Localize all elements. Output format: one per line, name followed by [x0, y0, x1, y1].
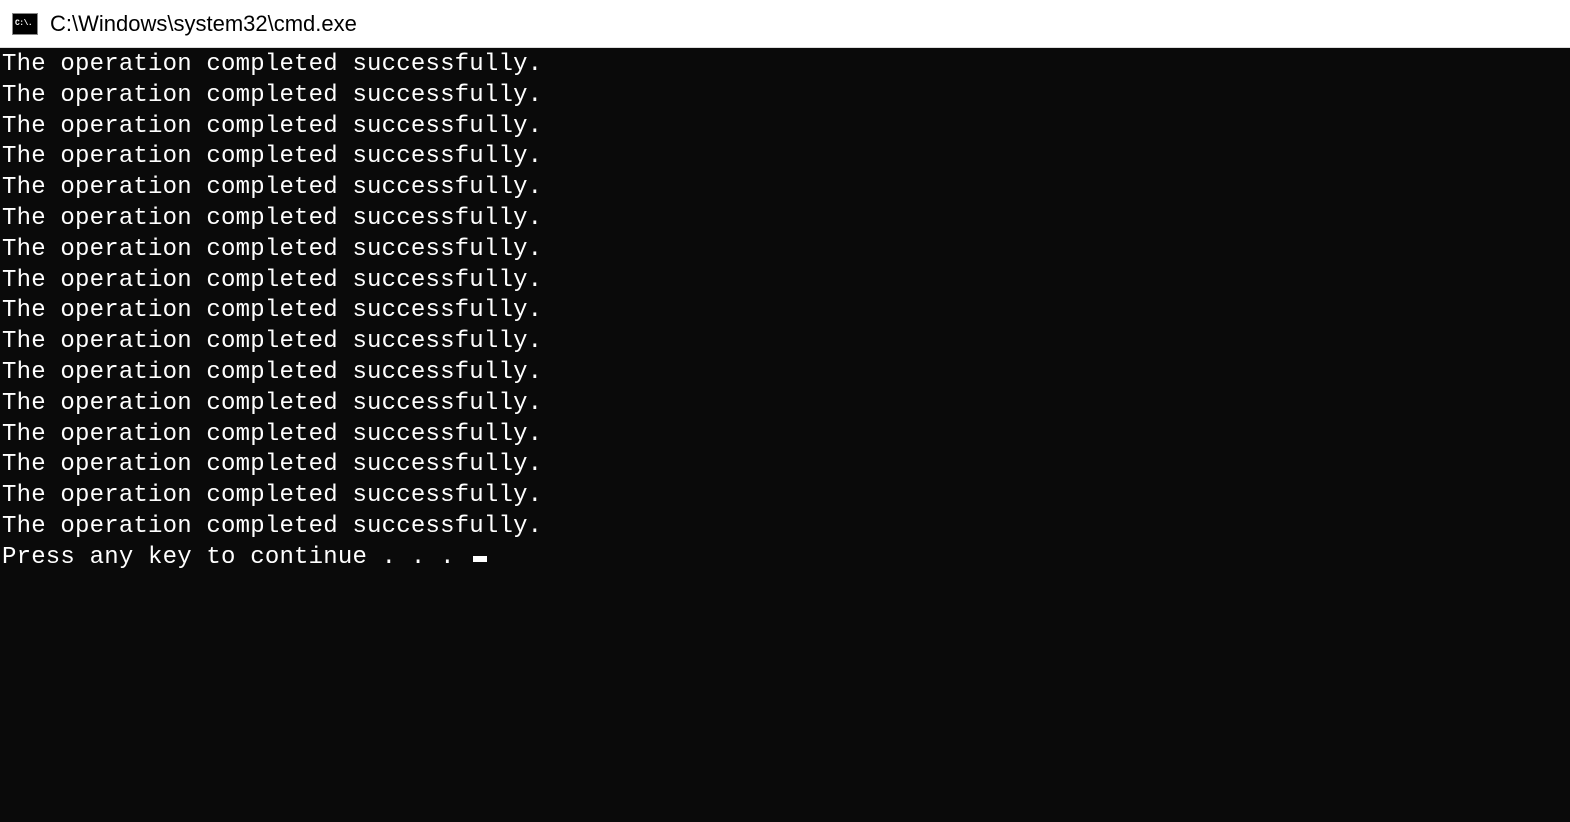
- terminal-output-line: The operation completed successfully.: [2, 358, 1570, 389]
- terminal-output-line: The operation completed successfully.: [2, 204, 1570, 235]
- cmd-icon-label: C:\.: [15, 20, 32, 28]
- window-title: C:\Windows\system32\cmd.exe: [50, 11, 357, 37]
- window-titlebar[interactable]: C:\. C:\Windows\system32\cmd.exe: [0, 0, 1570, 48]
- terminal-output-line: The operation completed successfully.: [2, 112, 1570, 143]
- terminal-output-line: The operation completed successfully.: [2, 296, 1570, 327]
- terminal-output-line: The operation completed successfully.: [2, 50, 1570, 81]
- terminal-output-line: The operation completed successfully.: [2, 81, 1570, 112]
- terminal-output-line: The operation completed successfully.: [2, 327, 1570, 358]
- terminal-output-line: The operation completed successfully.: [2, 389, 1570, 420]
- terminal-output-line: The operation completed successfully.: [2, 235, 1570, 266]
- terminal-output-line: The operation completed successfully.: [2, 420, 1570, 451]
- cmd-icon: C:\.: [12, 13, 38, 35]
- terminal-output-line: The operation completed successfully.: [2, 450, 1570, 481]
- terminal-output-line: The operation completed successfully.: [2, 173, 1570, 204]
- terminal-output-line: The operation completed successfully.: [2, 142, 1570, 173]
- terminal-output-line: The operation completed successfully.: [2, 512, 1570, 543]
- terminal-output-line: The operation completed successfully.: [2, 481, 1570, 512]
- terminal-prompt: Press any key to continue . . .: [2, 544, 469, 571]
- terminal-cursor: [473, 556, 487, 562]
- terminal-output[interactable]: The operation completed successfully.The…: [0, 48, 1570, 822]
- terminal-output-line: The operation completed successfully.: [2, 266, 1570, 297]
